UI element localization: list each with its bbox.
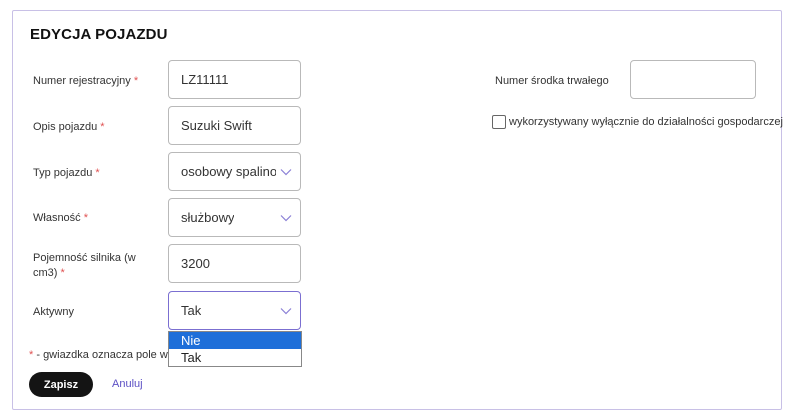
business-only-label[interactable]: wykorzystywany wyłącznie do działalności… [509,116,783,128]
active-dropdown-list: Nie Tak [168,331,302,367]
description-input[interactable]: Suzuki Swift [168,106,301,145]
required-asterisk: * [133,75,139,87]
business-only-checkbox[interactable] [492,115,506,129]
active-option-nie[interactable]: Nie [169,332,301,349]
save-button[interactable]: Zapisz [29,372,93,397]
vehicle-type-select[interactable]: osobowy spalinowy [168,152,301,191]
required-asterisk: * [95,167,100,179]
page-title: EDYCJA POJAZDU [30,26,168,43]
required-note: * - gwiazdka oznacza pole wy [29,349,174,361]
description-label: Opis pojazdu * [33,121,105,133]
ownership-label: Własność * [33,212,89,224]
asset-number-label: Numer środka trwałego [495,75,609,87]
registration-label: Numer rejestracyjny * [33,75,139,87]
vehicle-type-label: Typ pojazdu * [33,167,100,179]
registration-input[interactable]: LZ11111 [168,60,301,99]
active-option-tak[interactable]: Tak [169,349,301,366]
business-only-row: wykorzystywany wyłącznie do działalności… [492,115,783,129]
required-asterisk: * [100,121,105,133]
active-label: Aktywny [33,306,74,318]
vehicle-edit-card: EDYCJA POJAZDU Numer rejestracyjny * LZ1… [12,10,783,410]
cancel-link[interactable]: Anuluj [112,378,143,390]
engine-label: Pojemność silnika (w cm3) * [33,252,136,279]
active-select[interactable]: Tak [168,291,301,330]
chevron-down-icon [280,214,292,222]
chevron-down-icon [280,307,292,315]
engine-input[interactable]: 3200 [168,244,301,283]
chevron-down-icon [280,168,292,176]
required-asterisk: * [83,212,89,224]
asset-number-input[interactable] [630,60,756,99]
ownership-select[interactable]: służbowy [168,198,301,237]
required-asterisk: * [60,267,65,279]
